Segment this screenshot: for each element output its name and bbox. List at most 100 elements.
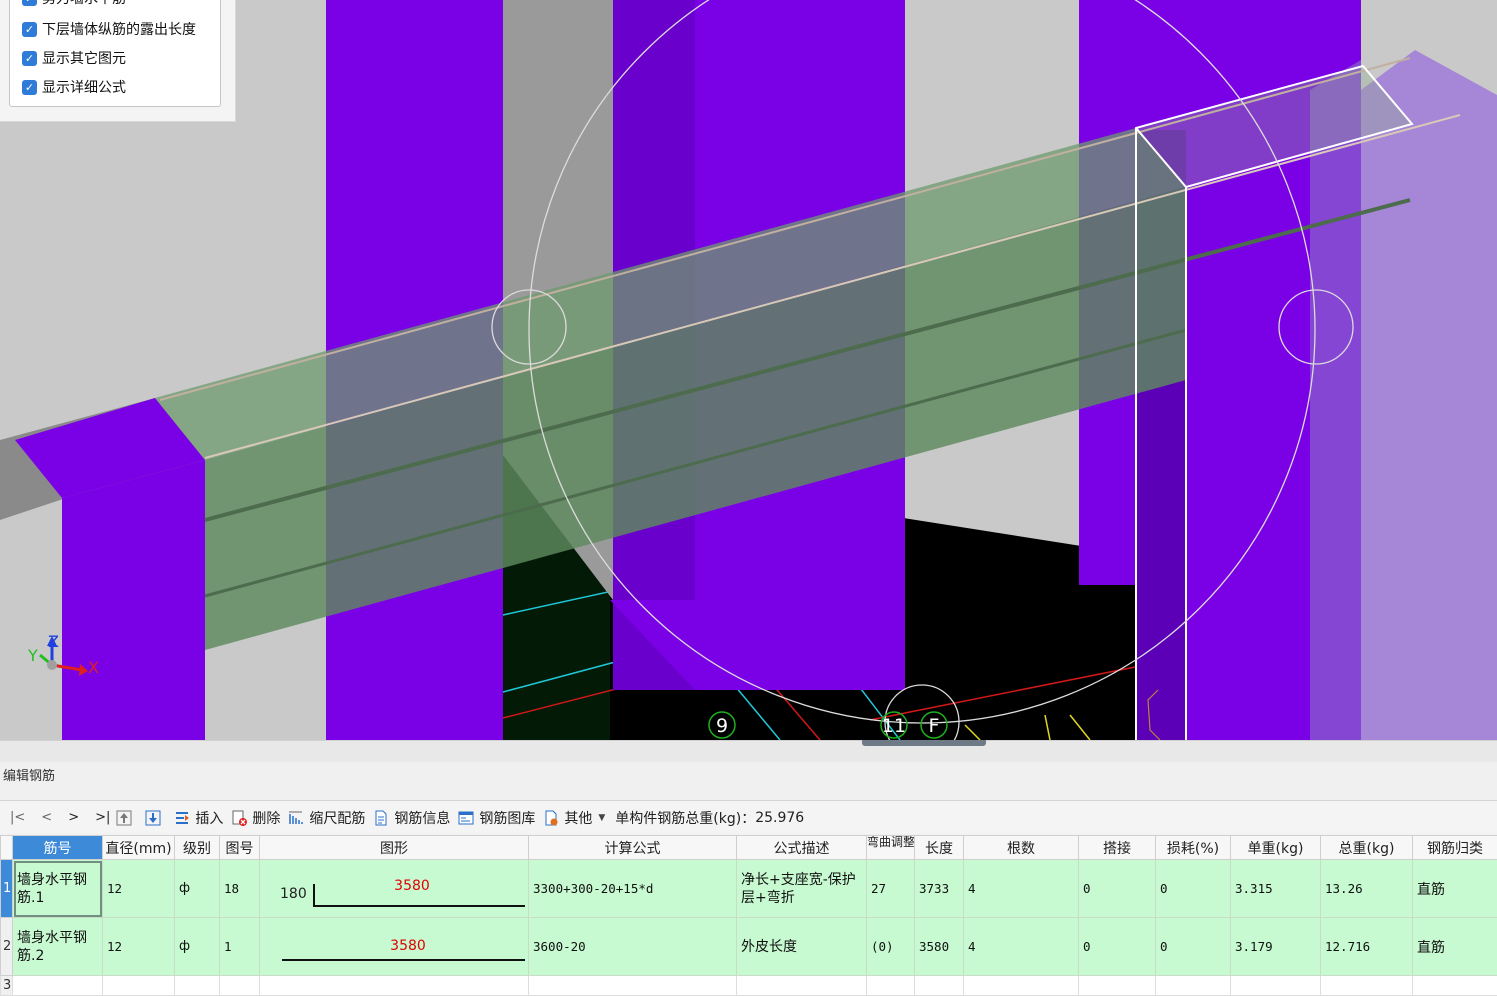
table-header-row: 筋号 直径(mm) 级别 图号 图形 计算公式 公式描述 弯曲调整 长度 根数 … [1,836,1497,860]
nav-next-button[interactable]: > [68,810,79,825]
header-lap[interactable]: 搭接 [1079,836,1156,860]
delete-icon [231,810,247,826]
cell-total-weight[interactable]: 12.716 [1321,918,1413,976]
splitter-handle[interactable] [862,740,986,746]
nav-prev-button[interactable]: < [41,810,52,825]
cell-bar-name[interactable]: 墙身水平钢筋.1 [13,860,103,918]
option-shear-wall-horizontal[interactable]: ✓ 剪力墙水平筋 [22,0,126,9]
header-figure-no[interactable]: 图号 [220,836,260,860]
cell-grade[interactable]: ф [175,860,220,918]
cell-formula[interactable]: 3300+300-20+15*d [529,860,737,918]
rebar-info-label: 钢筋信息 [394,808,450,828]
row-number[interactable]: 3 [1,976,13,996]
header-rownum [1,836,13,860]
left-wall-front [62,460,205,740]
table-row-empty[interactable]: 3 [1,976,1497,996]
axis-label-z: Z [48,632,59,651]
header-bend-adjust[interactable]: 弯曲调整 [867,836,915,860]
cell-loss[interactable]: 0 [1156,860,1231,918]
checkbox-checked-icon[interactable]: ✓ [22,0,37,6]
rebar-library-button[interactable]: 钢筋图库 [458,808,535,828]
header-formula[interactable]: 计算公式 [529,836,737,860]
svg-text:3580: 3580 [390,938,426,954]
row-number[interactable]: 1 [1,860,13,918]
svg-text:180: 180 [280,886,307,902]
cell-diameter[interactable]: 12 [103,918,175,976]
move-down-button[interactable] [145,810,166,826]
cell-loss[interactable]: 0 [1156,918,1231,976]
cell-lap[interactable]: 0 [1079,918,1156,976]
delete-button[interactable]: 删除 [231,808,280,828]
document-info-icon [373,810,389,826]
rebar-table: 筋号 直径(mm) 级别 图号 图形 计算公式 公式描述 弯曲调整 长度 根数 … [0,835,1497,996]
table-row[interactable]: 1 墙身水平钢筋.1 12 ф 18 180 3580 3300+300-20+… [1,860,1497,918]
header-count[interactable]: 根数 [964,836,1079,860]
cell-description[interactable]: 净长+支座宽-保护层+弯折 [737,860,867,918]
header-description[interactable]: 公式描述 [737,836,867,860]
checkbox-checked-icon[interactable]: ✓ [22,51,37,66]
table-row[interactable]: 2 墙身水平钢筋.2 12 ф 1 3580 3600-20 外皮长度 (0) … [1,918,1497,976]
cell-category[interactable]: 直筋 [1413,918,1497,976]
insert-button[interactable]: 插入 [174,808,223,828]
nav-last-button[interactable]: >| [95,810,110,825]
cell-formula[interactable]: 3600-20 [529,918,737,976]
checkbox-checked-icon[interactable]: ✓ [22,80,37,95]
rebar-info-button[interactable]: 钢筋信息 [373,808,450,828]
grid-label-11: 11 [882,715,906,737]
option-label: 下层墙体纵筋的露出长度 [42,19,196,39]
header-loss[interactable]: 损耗(%) [1156,836,1231,860]
axis-label-x: X [88,658,99,677]
cell-count[interactable]: 4 [964,918,1079,976]
cell-length[interactable]: 3580 [915,918,964,976]
header-shape[interactable]: 图形 [260,836,529,860]
right-translucent-block [1361,50,1497,740]
svg-text:3580: 3580 [394,878,430,894]
cell-total-weight[interactable]: 13.26 [1321,860,1413,918]
nav-first-button[interactable]: |< [10,810,25,825]
cell-diameter[interactable]: 12 [103,860,175,918]
header-length[interactable]: 长度 [915,836,964,860]
other-menu-button[interactable]: 其他 ▼ [543,808,605,828]
header-bar-no[interactable]: 筋号 [13,836,103,860]
scale-rebar-button[interactable]: 缩尺配筋 [288,808,365,828]
cell-category[interactable]: 直筋 [1413,860,1497,918]
checkbox-checked-icon[interactable]: ✓ [22,22,37,37]
insert-icon [174,810,190,826]
option-label: 显示其它图元 [42,48,126,68]
3d-viewport[interactable]: 9 11 F Z Y X ✓ 剪力墙水平筋 ✓ 下层墙 [0,0,1497,740]
header-unit-weight[interactable]: 单重(kg) [1231,836,1321,860]
row-number[interactable]: 2 [1,918,13,976]
edit-rebar-panel-title: 编辑钢筋 [3,765,55,784]
cell-bend[interactable]: 27 [867,860,915,918]
cell-figure-no[interactable]: 1 [220,918,260,976]
header-grade[interactable]: 级别 [175,836,220,860]
cell-lap[interactable]: 0 [1079,860,1156,918]
cell-grade[interactable]: ф [175,918,220,976]
other-label: 其他 [564,808,592,828]
option-lower-wall-exposed-length[interactable]: ✓ 下层墙体纵筋的露出长度 [22,18,196,40]
cell-figure-no[interactable]: 18 [220,860,260,918]
panel-splitter[interactable] [0,740,1497,762]
cell-unit-weight[interactable]: 3.179 [1231,918,1321,976]
rebar-library-label: 钢筋图库 [479,808,535,828]
cell-unit-weight[interactable]: 3.315 [1231,860,1321,918]
option-label: 显示详细公式 [42,77,126,97]
total-weight-value: 25.976 [755,810,804,826]
cell-shape[interactable]: 180 3580 [260,860,529,918]
header-total-weight[interactable]: 总重(kg) [1321,836,1413,860]
move-up-button[interactable] [116,810,137,826]
cell-length[interactable]: 3733 [915,860,964,918]
option-show-other-elements[interactable]: ✓ 显示其它图元 [22,47,126,69]
cell-count[interactable]: 4 [964,860,1079,918]
cell-shape[interactable]: 3580 [260,918,529,976]
cell-bend[interactable]: (0) [867,918,915,976]
cell-description[interactable]: 外皮长度 [737,918,867,976]
header-diameter[interactable]: 直径(mm) [103,836,175,860]
move-down-icon [145,810,161,826]
rebar-shape-straight: 3580 [264,920,526,970]
option-show-detailed-formula[interactable]: ✓ 显示详细公式 [22,76,126,98]
total-weight-display: 单构件钢筋总重(kg)： 25.976 [615,808,804,828]
display-options-panel: ✓ 剪力墙水平筋 ✓ 下层墙体纵筋的露出长度 ✓ 显示其它图元 ✓ 显示详细公式 [0,0,236,122]
cell-bar-name[interactable]: 墙身水平钢筋.2 [13,918,103,976]
header-category[interactable]: 钢筋归类 [1413,836,1497,860]
